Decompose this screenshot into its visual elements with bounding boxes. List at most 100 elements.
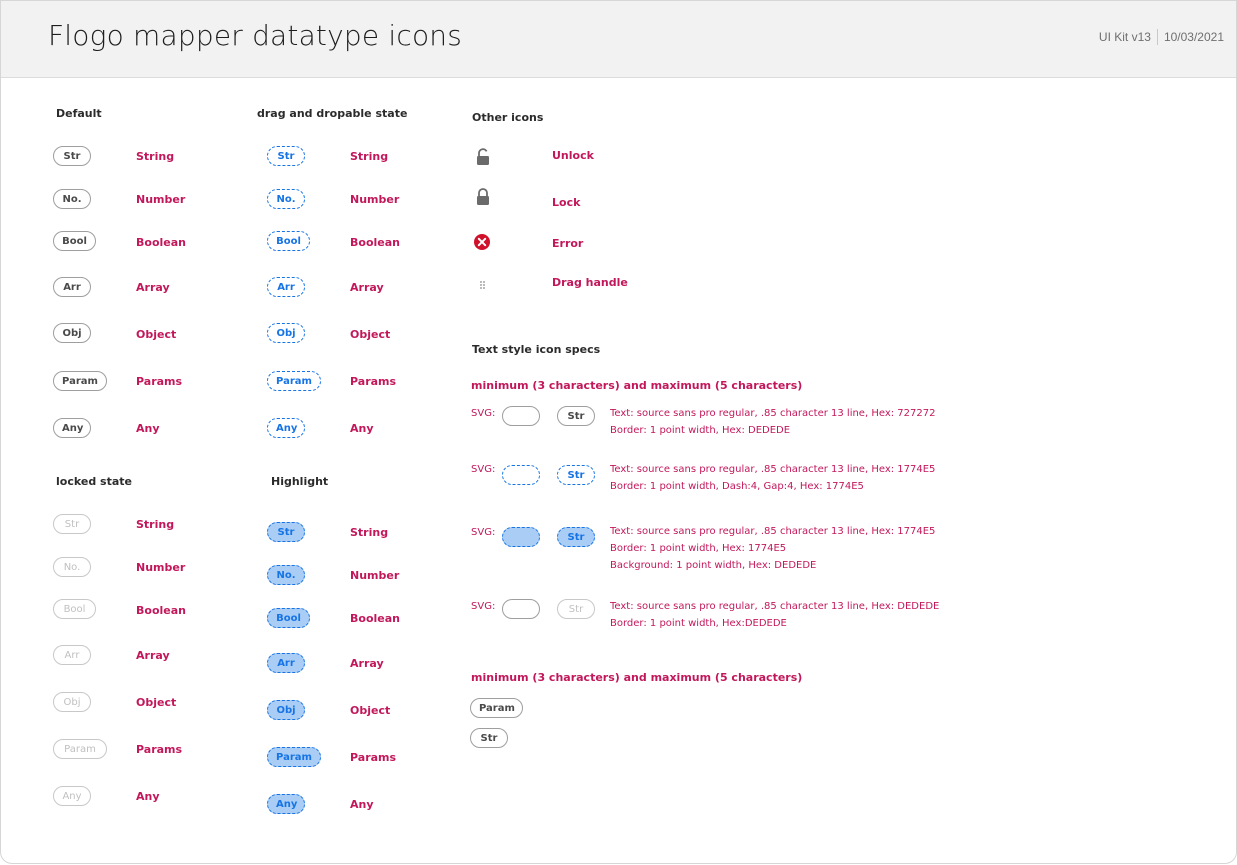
- spec-text-1: Text: source sans pro regular, .85 chara…: [610, 405, 935, 439]
- section-default-title: Default: [56, 107, 102, 120]
- default-number-label: Number: [136, 193, 186, 206]
- section-other-title: Other icons: [472, 111, 544, 124]
- spec-svg-label-4: SVG:: [471, 601, 496, 612]
- spec-text-3: Text: source sans pro regular, .85 chara…: [610, 523, 935, 574]
- spec-line: Text: source sans pro regular, .85 chara…: [610, 601, 940, 612]
- highlight-number-pill[interactable]: No.: [267, 565, 305, 585]
- locked-object-label: Object: [136, 696, 177, 709]
- default-param-pill: Param: [53, 371, 107, 391]
- unlock-label: Unlock: [552, 149, 594, 162]
- spec-line: Border: 1 point width, Dash:4, Gap:4, He…: [610, 481, 864, 492]
- default-array-label: Array: [136, 281, 170, 294]
- locked-boolean-label: Boolean: [136, 604, 186, 617]
- drag-string-label: String: [350, 150, 389, 163]
- highlight-param-pill[interactable]: Param: [267, 747, 321, 767]
- spec-svg-label-2: SVG:: [471, 464, 496, 475]
- highlight-any-label: Any: [350, 798, 374, 811]
- highlight-any-pill[interactable]: Any: [267, 794, 305, 814]
- locked-str-pill: Str: [53, 514, 91, 534]
- spec-line: Text: source sans pro regular, .85 chara…: [610, 526, 936, 537]
- highlight-object-label: Object: [350, 704, 391, 717]
- spec-line: Border: 1 point width, Hex: 1774E5: [610, 543, 787, 554]
- drag-params-label: Params: [350, 375, 397, 388]
- locked-any-pill: Any: [53, 786, 91, 806]
- locked-bool-pill: Bool: [53, 599, 96, 619]
- header-meta: UI Kit v13 10/03/2021: [1099, 29, 1224, 45]
- locked-string-label: String: [136, 518, 175, 531]
- drag-any-label: Any: [350, 422, 374, 435]
- default-object-label: Object: [136, 328, 177, 341]
- kit-date: 10/03/2021: [1163, 30, 1224, 44]
- drag-obj-pill[interactable]: Obj: [267, 323, 305, 343]
- drag-bool-pill[interactable]: Bool: [267, 231, 310, 251]
- default-arr-pill: Arr: [53, 277, 91, 297]
- drag-arr-pill[interactable]: Arr: [267, 277, 305, 297]
- default-params-label: Params: [136, 375, 183, 388]
- section-highlight-title: Highlight: [271, 475, 329, 488]
- highlight-array-label: Array: [350, 657, 384, 670]
- lock-label: Lock: [552, 196, 581, 209]
- highlight-obj-pill[interactable]: Obj: [267, 700, 305, 720]
- section-drag-title: drag and dropable state: [257, 107, 408, 120]
- drag-any-pill[interactable]: Any: [267, 418, 305, 438]
- page-title: Flogo mapper datatype icons: [48, 19, 463, 52]
- default-number-pill: No.: [53, 189, 91, 209]
- drag-boolean-label: Boolean: [350, 236, 400, 249]
- highlight-params-label: Params: [350, 751, 397, 764]
- error-icon: [473, 233, 493, 253]
- drag-number-label: Number: [350, 193, 400, 206]
- spec-text-2: Text: source sans pro regular, .85 chara…: [610, 461, 935, 495]
- kit-version: UI Kit v13: [1098, 30, 1151, 44]
- header-bar: Flogo mapper datatype icons UI Kit v13 10…: [1, 1, 1236, 78]
- spec-shape-highlight: [502, 527, 540, 547]
- unlock-icon: [475, 148, 495, 168]
- spec-shape-locked: [502, 599, 540, 619]
- default-str-pill: Str: [53, 146, 91, 166]
- locked-number-label: Number: [136, 561, 186, 574]
- spec-text-4: Text: source sans pro regular, .85 chara…: [610, 598, 939, 632]
- highlight-str-pill[interactable]: Str: [267, 522, 305, 542]
- example-param-pill: Param: [470, 698, 523, 718]
- locked-params-label: Params: [136, 743, 183, 756]
- drag-number-pill[interactable]: No.: [267, 189, 305, 209]
- highlight-arr-pill[interactable]: Arr: [267, 653, 305, 673]
- drag-array-label: Array: [350, 281, 384, 294]
- spec-range-heading: minimum (3 characters) and maximum (5 ch…: [471, 379, 803, 392]
- artboard: Flogo mapper datatype icons UI Kit v13 10…: [0, 0, 1237, 864]
- spec-svg-label-3: SVG:: [471, 527, 496, 538]
- spec-shape-dashed: [502, 465, 540, 485]
- spec-line: Border: 1 point width, Hex:DEDEDE: [610, 618, 787, 629]
- error-label: Error: [552, 237, 584, 250]
- default-string-label: String: [136, 150, 175, 163]
- highlight-string-label: String: [350, 526, 389, 539]
- default-boolean-label: Boolean: [136, 236, 186, 249]
- spec-line: Background: 1 point width, Hex: DEDEDE: [610, 560, 817, 571]
- locked-number-pill: No.: [53, 557, 91, 577]
- meta-divider: [1156, 29, 1158, 45]
- spec-line: Border: 1 point width, Hex: DEDEDE: [610, 425, 791, 436]
- default-obj-pill: Obj: [53, 323, 91, 343]
- spec-line: Text: source sans pro regular, .85 chara…: [610, 464, 936, 475]
- default-bool-pill: Bool: [53, 231, 96, 251]
- spec-pill-dashed: Str: [557, 465, 595, 485]
- spec-shape-default: [502, 406, 540, 426]
- default-any-label: Any: [136, 422, 160, 435]
- drag-object-label: Object: [350, 328, 391, 341]
- drag-handle-label: Drag handle: [552, 276, 628, 289]
- section-textspec-title: Text style icon specs: [472, 343, 601, 356]
- spec-pill-highlight: Str: [557, 527, 595, 547]
- highlight-boolean-label: Boolean: [350, 612, 400, 625]
- drag-handle-icon[interactable]: [479, 277, 499, 297]
- drag-str-pill[interactable]: Str: [267, 146, 305, 166]
- highlight-number-label: Number: [350, 569, 400, 582]
- spec-pill-locked: Str: [557, 599, 595, 619]
- spec-line: Text: source sans pro regular, .85 chara…: [610, 408, 936, 419]
- section-locked-title: locked state: [56, 475, 132, 488]
- lock-icon: [475, 188, 495, 208]
- locked-param-pill: Param: [53, 739, 107, 759]
- example-str-pill: Str: [470, 728, 508, 748]
- highlight-bool-pill[interactable]: Bool: [267, 608, 310, 628]
- drag-param-pill[interactable]: Param: [267, 371, 321, 391]
- spec-range-heading-2: minimum (3 characters) and maximum (5 ch…: [471, 671, 803, 684]
- locked-arr-pill: Arr: [53, 645, 91, 665]
